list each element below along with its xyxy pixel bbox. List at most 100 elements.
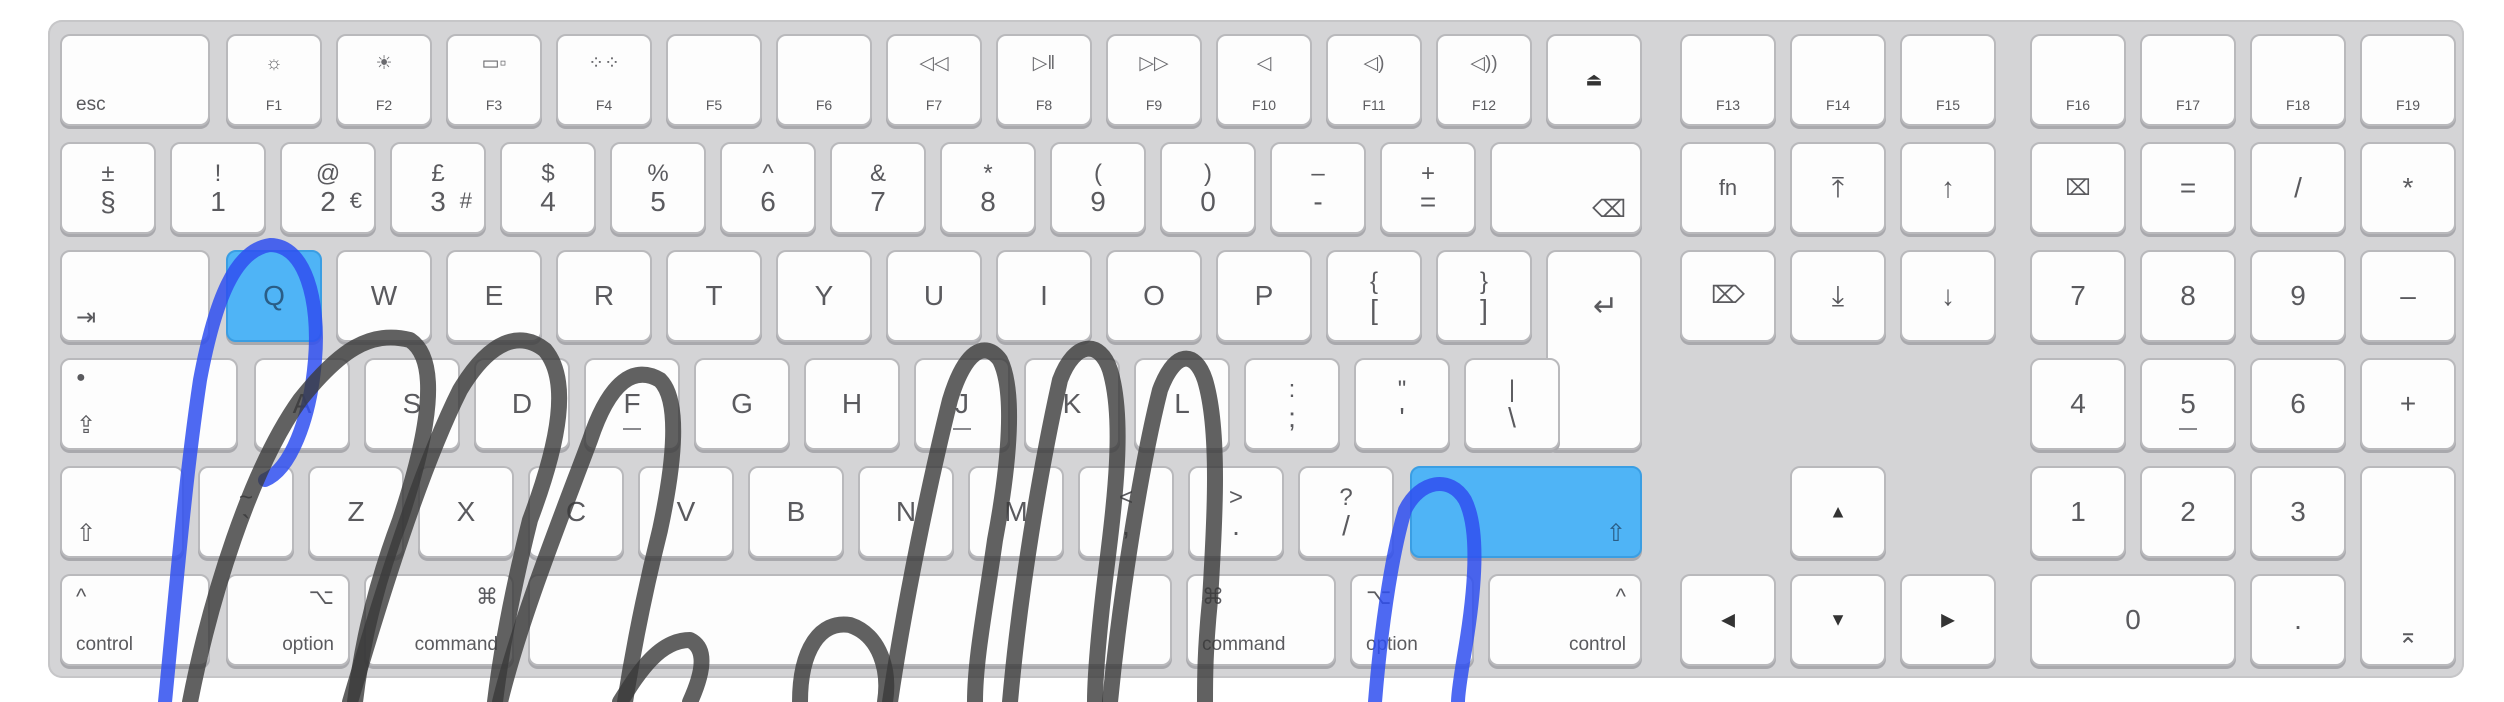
key-f18[interactable]: F18: [2250, 34, 2346, 126]
key-right-bracket[interactable]: }]: [1436, 250, 1532, 342]
key-0[interactable]: ) 0: [1160, 142, 1256, 234]
key-p[interactable]: P: [1216, 250, 1312, 342]
key-w[interactable]: W: [336, 250, 432, 342]
key-backslash[interactable]: | \: [1464, 358, 1560, 450]
key-r[interactable]: R: [556, 250, 652, 342]
key-c[interactable]: C: [528, 466, 624, 558]
key-f2[interactable]: ☀ F2: [336, 34, 432, 126]
key-np-6[interactable]: 6: [2250, 358, 2346, 450]
key-m[interactable]: M: [968, 466, 1064, 558]
key-home[interactable]: ⤒: [1790, 142, 1886, 234]
key-np-1[interactable]: 1: [2030, 466, 2126, 558]
key-left-command[interactable]: ⌘ command: [364, 574, 514, 666]
key-y[interactable]: Y: [776, 250, 872, 342]
key-caps-lock[interactable]: ● ⇪: [60, 358, 238, 450]
key-d[interactable]: D: [474, 358, 570, 450]
key-np-5[interactable]: 5: [2140, 358, 2236, 450]
key-f9[interactable]: ▷▷ F9: [1106, 34, 1202, 126]
key-left-shift[interactable]: ⇧: [60, 466, 184, 558]
key-delete[interactable]: ⌫: [1490, 142, 1642, 234]
key-q[interactable]: Q: [226, 250, 322, 342]
key-np-plus[interactable]: +: [2360, 358, 2456, 450]
key-f[interactable]: F: [584, 358, 680, 450]
key-eject[interactable]: ⏏: [1546, 34, 1642, 126]
key-4[interactable]: $4: [500, 142, 596, 234]
key-f17[interactable]: F17: [2140, 34, 2236, 126]
key-f12[interactable]: ◁)) F12: [1436, 34, 1532, 126]
key-n[interactable]: N: [858, 466, 954, 558]
key-tab[interactable]: ⇥: [60, 250, 210, 342]
key-forward-delete[interactable]: ⌦: [1680, 250, 1776, 342]
key-3[interactable]: £3 #: [390, 142, 486, 234]
key-9[interactable]: (9: [1050, 142, 1146, 234]
key-end[interactable]: ⤓: [1790, 250, 1886, 342]
key-f19[interactable]: F19: [2360, 34, 2456, 126]
key-esc[interactable]: esc: [60, 34, 210, 126]
key-g[interactable]: G: [694, 358, 790, 450]
key-v[interactable]: V: [638, 466, 734, 558]
key-semicolon[interactable]: :;: [1244, 358, 1340, 450]
key-arrow-up[interactable]: ▲: [1790, 466, 1886, 558]
key-f1[interactable]: ☼ F1: [226, 34, 322, 126]
key-fn[interactable]: fn: [1680, 142, 1776, 234]
key-f4[interactable]: ⁘⁘ F4: [556, 34, 652, 126]
key-np-9[interactable]: 9: [2250, 250, 2346, 342]
key-backtick[interactable]: ~ `: [198, 466, 294, 558]
key-np-dot[interactable]: .: [2250, 574, 2346, 666]
key-equal[interactable]: + =: [1380, 142, 1476, 234]
key-x[interactable]: X: [418, 466, 514, 558]
key-comma[interactable]: <,: [1078, 466, 1174, 558]
key-arrow-left[interactable]: ◀: [1680, 574, 1776, 666]
key-minus[interactable]: – -: [1270, 142, 1366, 234]
key-f13[interactable]: F13: [1680, 34, 1776, 126]
key-f8[interactable]: ▷‖ F8: [996, 34, 1092, 126]
key-i[interactable]: I: [996, 250, 1092, 342]
key-np-minus[interactable]: –: [2360, 250, 2456, 342]
key-l[interactable]: L: [1134, 358, 1230, 450]
key-1[interactable]: ! 1: [170, 142, 266, 234]
key-k[interactable]: K: [1024, 358, 1120, 450]
key-left-option[interactable]: ⌥ option: [226, 574, 350, 666]
key-a[interactable]: A: [254, 358, 350, 450]
key-clear[interactable]: ⌧: [2030, 142, 2126, 234]
key-np-enter[interactable]: ⌅: [2360, 466, 2456, 666]
key-2[interactable]: @2 €: [280, 142, 376, 234]
key-f6[interactable]: F6: [776, 34, 872, 126]
key-j[interactable]: J: [914, 358, 1010, 450]
key-o[interactable]: O: [1106, 250, 1202, 342]
key-left-control[interactable]: ^ control: [60, 574, 210, 666]
key-arrow-down[interactable]: ▼: [1790, 574, 1886, 666]
key-period[interactable]: >.: [1188, 466, 1284, 558]
key-b[interactable]: B: [748, 466, 844, 558]
key-np-slash[interactable]: /: [2250, 142, 2346, 234]
key-arrow-right[interactable]: ▶: [1900, 574, 1996, 666]
key-np-7[interactable]: 7: [2030, 250, 2126, 342]
key-f15[interactable]: F15: [1900, 34, 1996, 126]
key-page-up[interactable]: ↑: [1900, 142, 1996, 234]
key-right-control[interactable]: ^ control: [1488, 574, 1642, 666]
key-left-bracket[interactable]: {[: [1326, 250, 1422, 342]
key-return[interactable]: ↵: [1546, 250, 1642, 450]
key-6[interactable]: ^ 6: [720, 142, 816, 234]
key-u[interactable]: U: [886, 250, 982, 342]
key-slash[interactable]: ? /: [1298, 466, 1394, 558]
key-np-3[interactable]: 3: [2250, 466, 2346, 558]
key-5[interactable]: % 5: [610, 142, 706, 234]
key-z[interactable]: Z: [308, 466, 404, 558]
key-8[interactable]: * 8: [940, 142, 1036, 234]
key-f7[interactable]: ◁◁ F7: [886, 34, 982, 126]
key-f5[interactable]: F5: [666, 34, 762, 126]
key-page-down[interactable]: ↓: [1900, 250, 1996, 342]
key-f11[interactable]: ◁) F11: [1326, 34, 1422, 126]
key-space[interactable]: [528, 574, 1172, 666]
key-section[interactable]: ± §: [60, 142, 156, 234]
key-np-2[interactable]: 2: [2140, 466, 2236, 558]
key-np-star[interactable]: *: [2360, 142, 2456, 234]
key-right-option[interactable]: ⌥ option: [1350, 574, 1474, 666]
key-quote[interactable]: " ': [1354, 358, 1450, 450]
key-t[interactable]: T: [666, 250, 762, 342]
key-h[interactable]: H: [804, 358, 900, 450]
key-np-equal[interactable]: =: [2140, 142, 2236, 234]
key-f14[interactable]: F14: [1790, 34, 1886, 126]
key-np-8[interactable]: 8: [2140, 250, 2236, 342]
